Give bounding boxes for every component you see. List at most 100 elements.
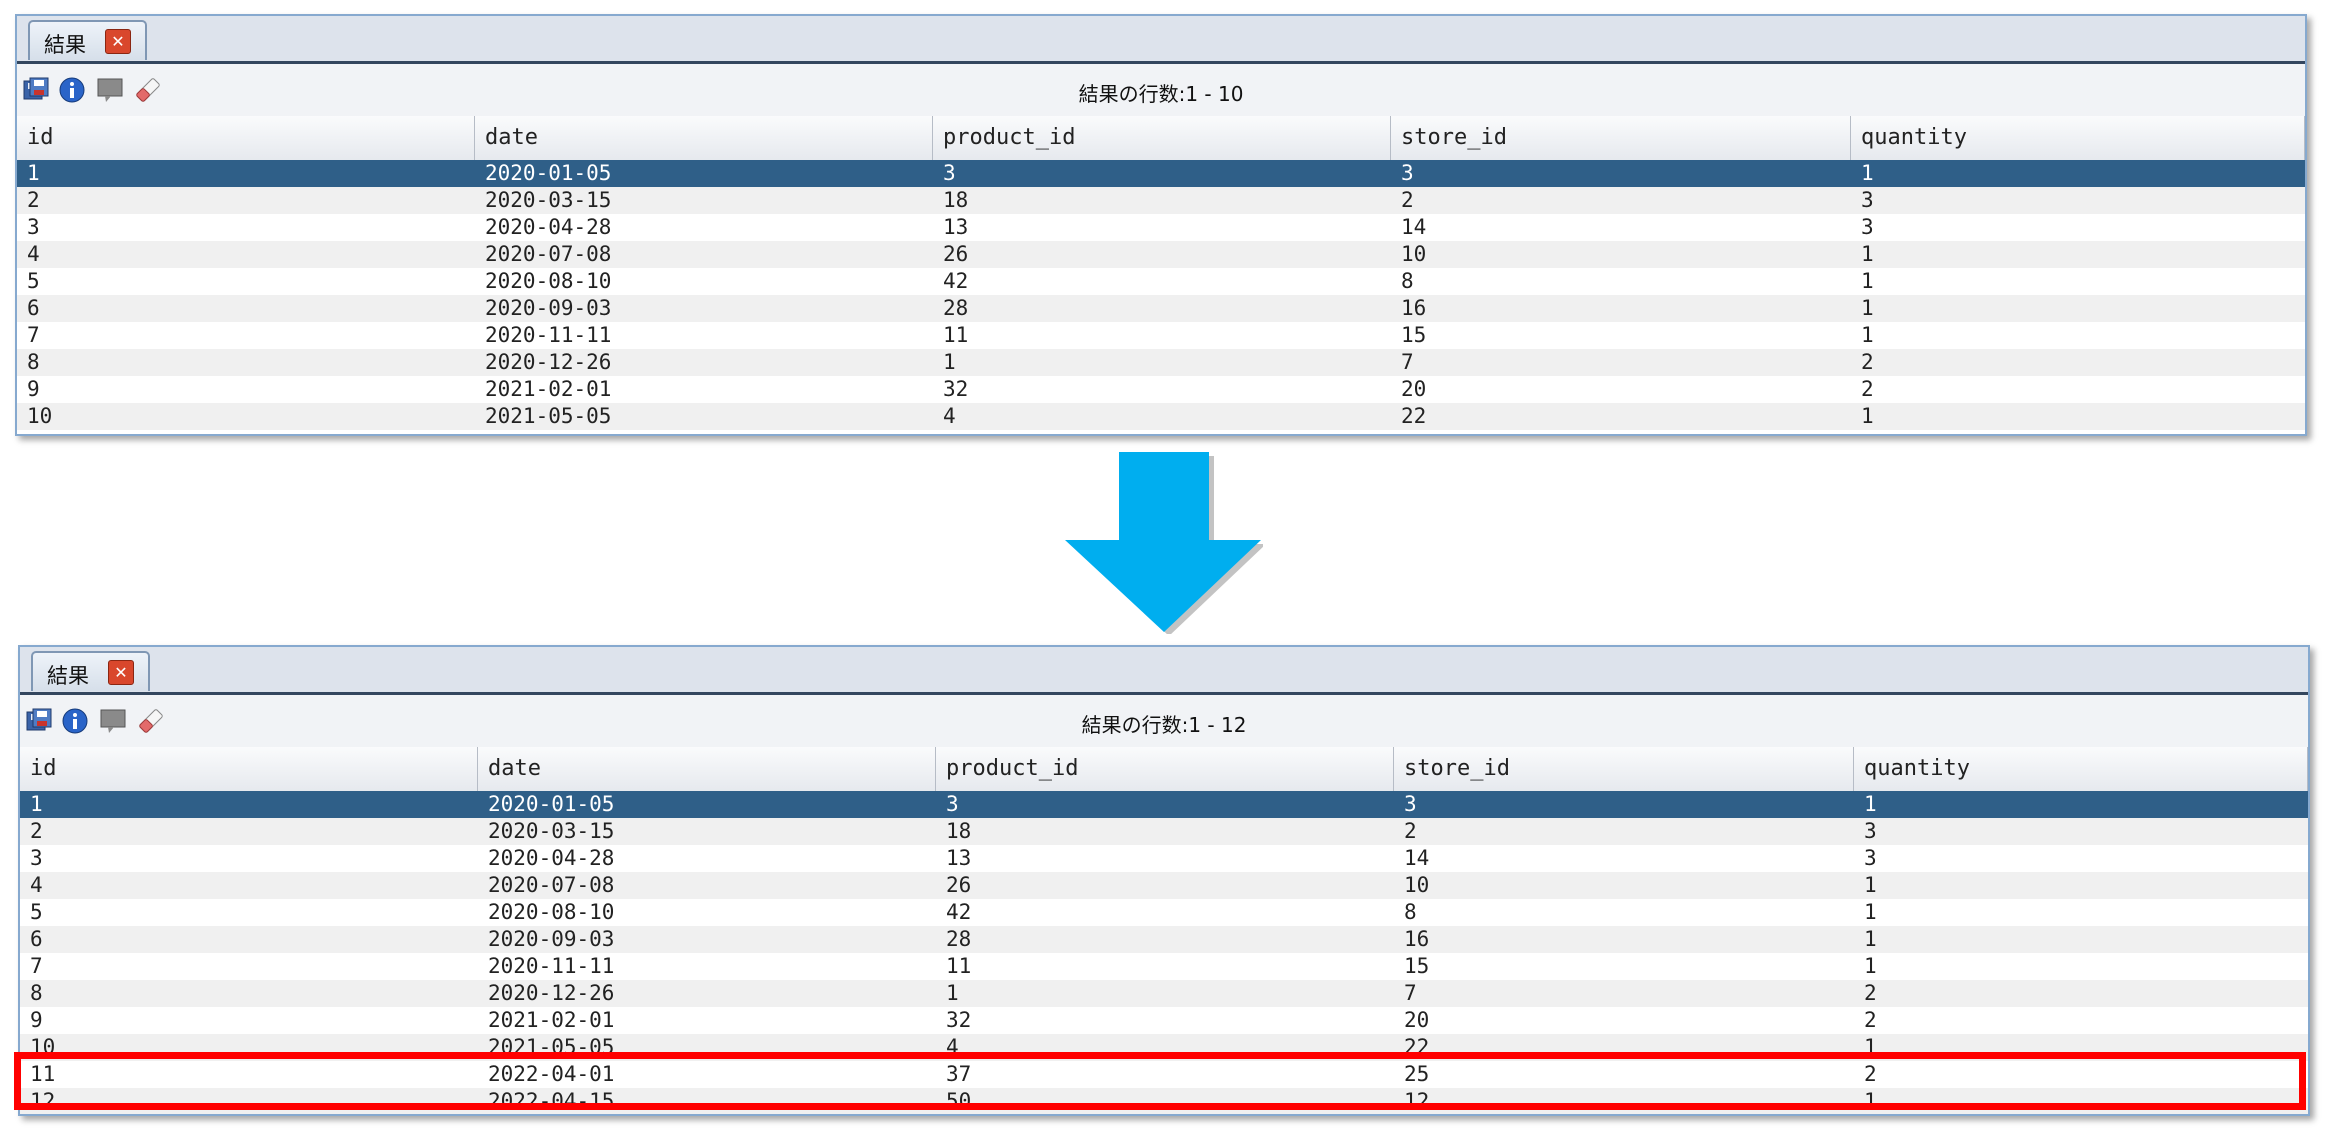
table-cell-product-id: 13 <box>946 846 972 870</box>
table-cell-store-id: 14 <box>1404 846 1430 870</box>
table-cell-date: 2020-12-26 <box>488 981 615 1005</box>
column-header-product-id[interactable]: product_id <box>936 747 1394 791</box>
toolbar: 結果の行数:1 - 10 <box>17 64 2305 116</box>
table-cell-product-id: 3 <box>946 792 959 816</box>
table-cell-store-id: 8 <box>1404 900 1417 924</box>
column-header-store-id[interactable]: store_id <box>1394 747 1854 791</box>
table-cell-store-id: 7 <box>1404 981 1417 1005</box>
column-header-product-id[interactable]: product_id <box>933 116 1391 160</box>
table-row[interactable]: 6 2020-09-03 28 16 1 <box>20 926 2308 953</box>
table-cell-date: 2020-12-26 <box>485 350 612 374</box>
table-cell-store-id: 3 <box>1404 792 1417 816</box>
table-cell-date: 2020-03-15 <box>488 819 615 843</box>
tab-bar: 結果 ✕ <box>17 16 2305 64</box>
column-header-quantity[interactable]: quantity <box>1854 747 2308 791</box>
close-icon[interactable]: ✕ <box>105 29 131 54</box>
table-cell-store-id: 15 <box>1404 954 1430 978</box>
table-cell-id: 1 <box>27 161 40 185</box>
column-header-quantity[interactable]: quantity <box>1851 116 2305 160</box>
table-cell-store-id: 20 <box>1401 377 1427 401</box>
table-cell-quantity: 2 <box>1864 981 1877 1005</box>
table-row[interactable]: 5 2020-08-10 42 8 1 <box>17 268 2305 295</box>
close-icon[interactable]: ✕ <box>108 660 134 685</box>
table-cell-date: 2020-11-11 <box>485 323 612 347</box>
table-row[interactable]: 2 2020-03-15 18 2 3 <box>17 187 2305 214</box>
tab-bar: 結果 ✕ <box>20 647 2308 695</box>
table-cell-quantity: 2 <box>1861 350 1874 374</box>
tab-results[interactable]: 結果 ✕ <box>31 651 150 691</box>
row-count-label: 結果の行数:1 - 10 <box>1078 82 1244 106</box>
table-cell-date: 2020-07-08 <box>488 873 615 897</box>
table-cell-date: 2020-09-03 <box>485 296 612 320</box>
table-row[interactable]: 5 2020-08-10 42 8 1 <box>20 899 2308 926</box>
table-cell-id: 4 <box>27 242 40 266</box>
table-row-selected[interactable]: 1 2020-01-05 3 3 1 <box>17 160 2305 187</box>
table-cell-product-id: 11 <box>946 954 972 978</box>
table-cell-id: 8 <box>27 350 40 374</box>
table-cell-id: 3 <box>27 215 40 239</box>
table-row[interactable]: 2 2020-03-15 18 2 3 <box>20 818 2308 845</box>
table-cell-store-id: 20 <box>1404 1008 1430 1032</box>
table-row-selected[interactable]: 1 2020-01-05 3 3 1 <box>20 791 2308 818</box>
table-cell-store-id: 16 <box>1401 296 1427 320</box>
table-cell-product-id: 18 <box>946 819 972 843</box>
table-cell-store-id: 7 <box>1401 350 1414 374</box>
table-row[interactable]: 8 2020-12-26 1 7 2 <box>20 980 2308 1007</box>
table-row[interactable]: 7 2020-11-11 11 15 1 <box>20 953 2308 980</box>
table-cell-date: 2020-01-05 <box>485 161 612 185</box>
column-header-date[interactable]: date <box>478 747 936 791</box>
table-cell-quantity: 3 <box>1861 215 1874 239</box>
table-cell-product-id: 1 <box>943 350 956 374</box>
new-rows-highlight <box>14 1052 2306 1110</box>
table-cell-store-id: 10 <box>1401 242 1427 266</box>
table-cell-product-id: 28 <box>946 927 972 951</box>
table-row[interactable]: 10 2021-05-05 4 22 1 <box>17 403 2305 430</box>
table-cell-quantity: 2 <box>1861 377 1874 401</box>
table-cell-date: 2020-09-03 <box>488 927 615 951</box>
table-cell-date: 2020-01-05 <box>488 792 615 816</box>
table-cell-product-id: 28 <box>943 296 969 320</box>
table-cell-date: 2020-08-10 <box>485 269 612 293</box>
table-cell-store-id: 16 <box>1404 927 1430 951</box>
column-header-store-id[interactable]: store_id <box>1391 116 1851 160</box>
table-row[interactable]: 8 2020-12-26 1 7 2 <box>17 349 2305 376</box>
table-cell-id: 7 <box>30 954 43 978</box>
table-cell-quantity: 3 <box>1864 819 1877 843</box>
table-row[interactable]: 4 2020-07-08 26 10 1 <box>20 872 2308 899</box>
table-row[interactable]: 7 2020-11-11 11 15 1 <box>17 322 2305 349</box>
table-cell-id: 1 <box>30 792 43 816</box>
table-cell-store-id: 3 <box>1401 161 1414 185</box>
table-cell-product-id: 26 <box>946 873 972 897</box>
table-cell-product-id: 11 <box>943 323 969 347</box>
table-cell-product-id: 4 <box>943 404 956 428</box>
column-header-id[interactable]: id <box>17 116 475 160</box>
table-cell-id: 6 <box>30 927 43 951</box>
table-cell-store-id: 14 <box>1401 215 1427 239</box>
table-cell-store-id: 10 <box>1404 873 1430 897</box>
table-cell-date: 2020-08-10 <box>488 900 615 924</box>
table-cell-quantity: 3 <box>1864 846 1877 870</box>
table-cell-store-id: 15 <box>1401 323 1427 347</box>
table-cell-id: 3 <box>30 846 43 870</box>
table-cell-store-id: 8 <box>1401 269 1414 293</box>
table-cell-quantity: 1 <box>1864 873 1877 897</box>
table-cell-id: 9 <box>30 1008 43 1032</box>
down-arrow-icon <box>1065 452 1263 634</box>
table-cell-date: 2020-04-28 <box>488 846 615 870</box>
table-row[interactable]: 3 2020-04-28 13 14 3 <box>20 845 2308 872</box>
table-cell-product-id: 42 <box>943 269 969 293</box>
table-row[interactable]: 4 2020-07-08 26 10 1 <box>17 241 2305 268</box>
table-cell-date: 2020-03-15 <box>485 188 612 212</box>
table-row[interactable]: 3 2020-04-28 13 14 3 <box>17 214 2305 241</box>
table-row[interactable]: 6 2020-09-03 28 16 1 <box>17 295 2305 322</box>
table-cell-id: 10 <box>27 404 53 428</box>
column-header-id[interactable]: id <box>20 747 478 791</box>
table-row[interactable]: 9 2021-02-01 32 20 2 <box>20 1007 2308 1034</box>
table-cell-quantity: 1 <box>1864 900 1877 924</box>
table-cell-date: 2021-02-01 <box>488 1008 615 1032</box>
table-row[interactable]: 9 2021-02-01 32 20 2 <box>17 376 2305 403</box>
tab-results[interactable]: 結果 ✕ <box>28 20 147 60</box>
column-header-date[interactable]: date <box>475 116 933 160</box>
result-panel-before: 結果 ✕ 結果の行数:1 - 10 id date product_id sto… <box>15 14 2307 436</box>
table-cell-date: 2020-11-11 <box>488 954 615 978</box>
